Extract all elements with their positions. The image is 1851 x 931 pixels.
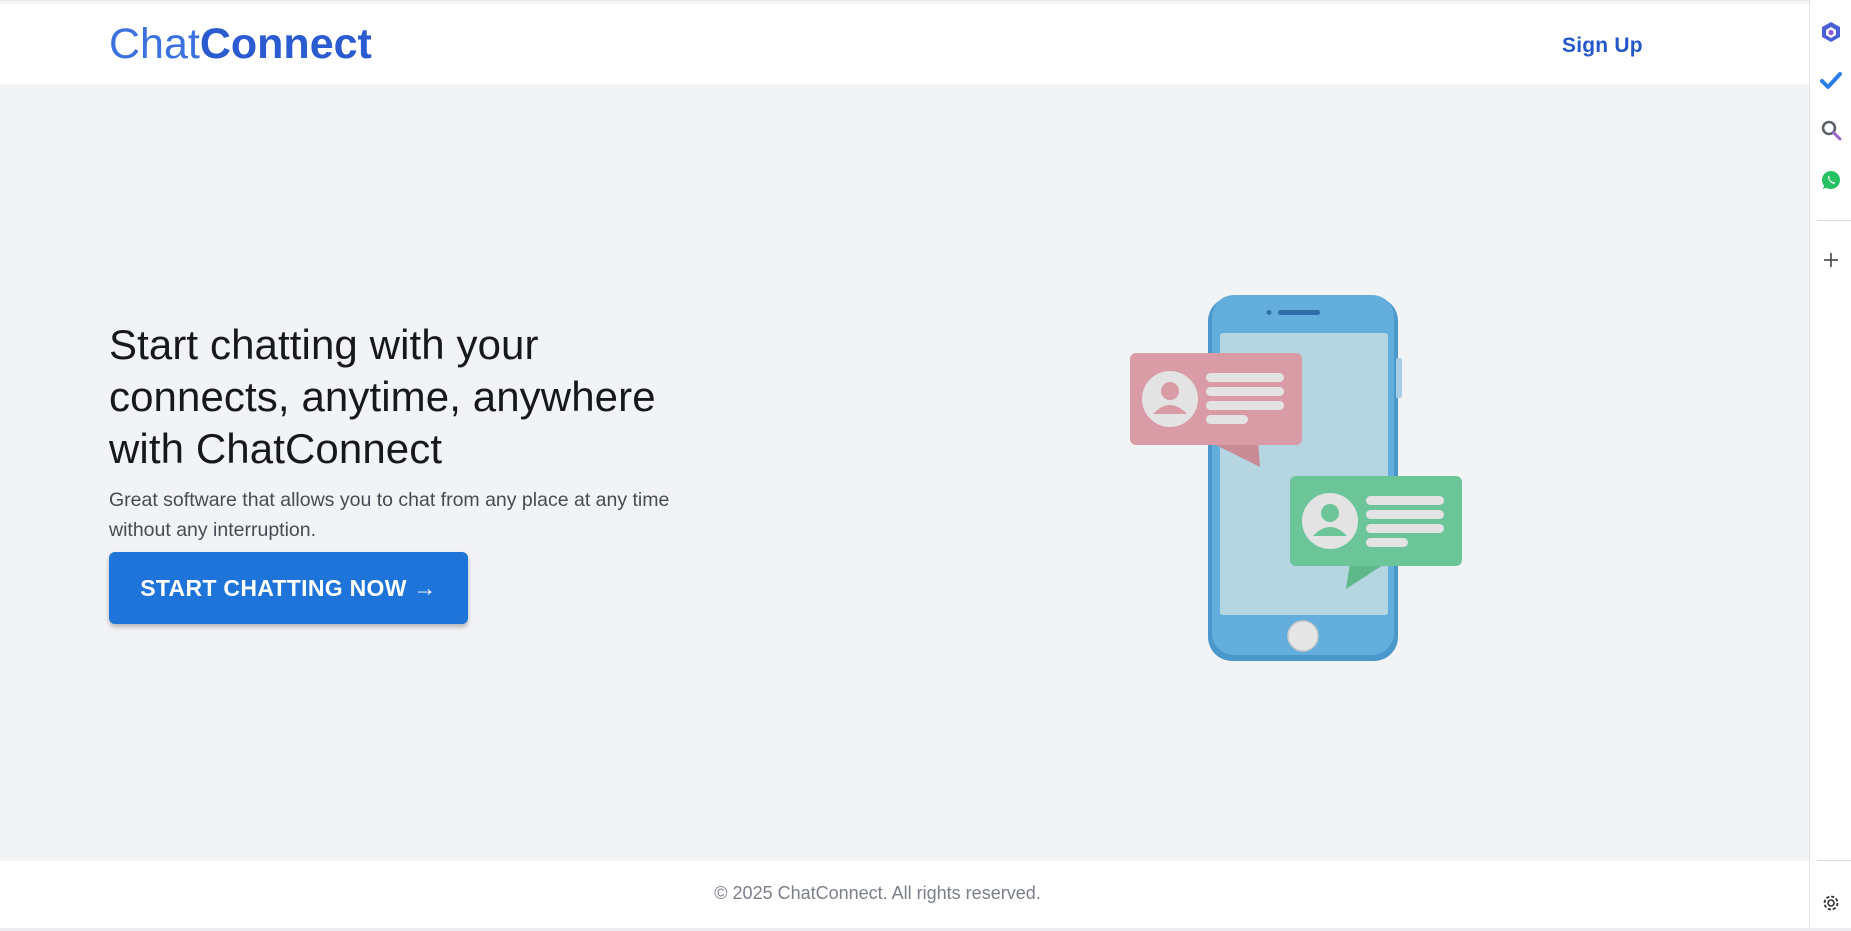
phone-chat-illustration-svg [1130,295,1462,661]
todo-check-icon[interactable] [1819,68,1843,92]
browser-window: ChatConnect Sign Up Start chatting with … [0,0,1851,931]
sidebar-divider-bottom [1817,860,1851,861]
brand-part-chat: Chat [109,20,200,68]
web-page: ChatConnect Sign Up Start chatting with … [0,0,1810,928]
hero-heading-line2: connects, anytime, anywhere [109,373,656,420]
browser-sidebar [1811,0,1851,931]
page-footer: © 2025 ChatConnect. All rights reserved. [0,861,1809,928]
whatsapp-icon[interactable] [1819,168,1843,192]
settings-icon[interactable] [1819,891,1843,915]
hero-text: Start chatting with your connects, anyti… [109,319,729,545]
brand-logo[interactable]: ChatConnect [109,18,372,70]
brand-part-connect: Connect [199,20,372,68]
hero-heading-line1: Start chatting with your [109,321,539,368]
copilot-icon[interactable] [1819,20,1843,44]
start-chatting-button[interactable]: START CHATTING NOW → [109,552,468,624]
copyright-text: © 2025 ChatConnect. All rights reserved. [714,883,1041,903]
hero-heading-line3: with ChatConnect [109,425,443,472]
add-icon[interactable] [1819,248,1843,272]
search-icon[interactable] [1819,118,1843,142]
sidebar-divider [1817,220,1851,221]
signup-link[interactable]: Sign Up [1562,32,1643,60]
hero-subtext: Great software that allows you to chat f… [109,489,670,541]
top-navbar: ChatConnect Sign Up [0,4,1809,84]
phone-chat-illustration [1130,293,1470,663]
hero-heading: Start chatting with your connects, anyti… [109,319,729,475]
